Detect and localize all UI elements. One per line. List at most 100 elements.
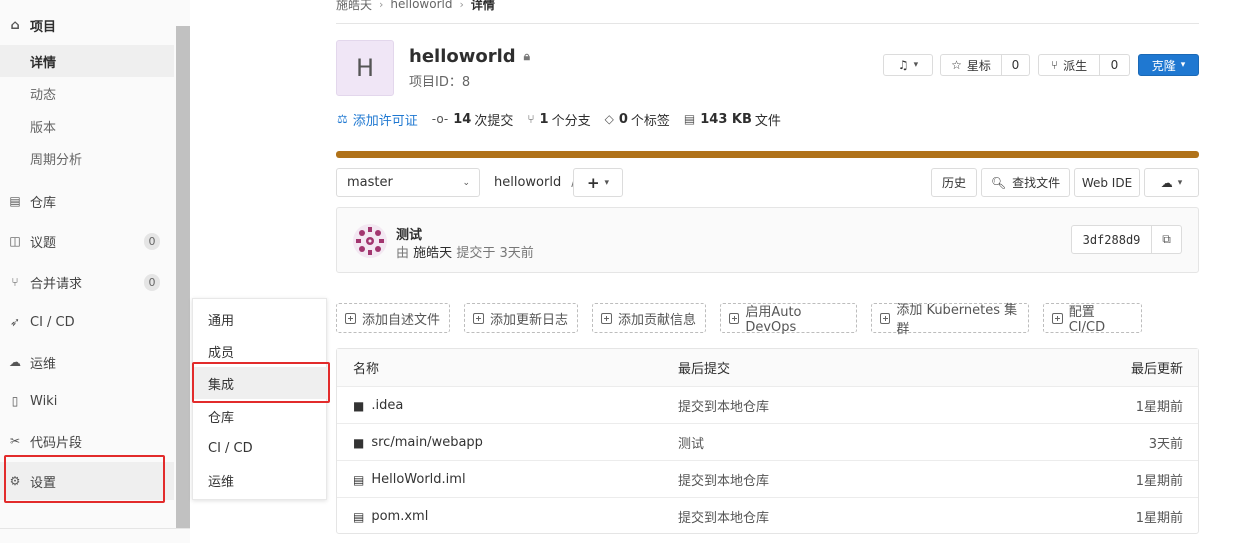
plus-square-icon	[601, 312, 612, 324]
fork-button[interactable]: ⑂ 派生	[1038, 54, 1100, 76]
copy-sha-button[interactable]: ⧉	[1152, 225, 1182, 254]
fork-count[interactable]: 0	[1100, 54, 1130, 76]
add-kubernetes-cluster-button[interactable]: 添加 Kubernetes 集群	[871, 303, 1029, 337]
file-last-commit-link[interactable]: 测试	[678, 424, 704, 461]
file-icon: ▤	[353, 472, 365, 487]
flyout-item-ci-cd[interactable]: CI / CD	[194, 432, 327, 464]
sidebar-subitem-details[interactable]: 详情	[0, 45, 174, 77]
chevron-down-icon: ▾	[913, 60, 919, 70]
commits-stat[interactable]: -o- 14 次提交	[432, 110, 514, 129]
sidebar-scrollbar[interactable]	[176, 26, 190, 529]
sidebar-item-ci-cd[interactable]: ➶ CI / CD	[0, 305, 174, 339]
notification-dropdown-button[interactable]: ♫ ▾	[883, 54, 933, 76]
project-name: helloworld	[409, 46, 516, 67]
sidebar-item-merge-requests[interactable]: ⑂ 合并请求 0	[0, 265, 174, 299]
find-file-button[interactable]: 🔍︎ 查找文件	[981, 168, 1070, 197]
file-last-commit-link[interactable]: 提交到本地仓库	[678, 498, 769, 535]
enable-auto-devops-button[interactable]: 启用Auto DevOps	[720, 303, 857, 335]
chevron-down-icon: ▾	[1177, 177, 1183, 188]
table-row[interactable]: ■ src/main/webapp 测试 3天前	[337, 423, 1198, 460]
add-contributing-label: 添加贡献信息	[618, 312, 697, 328]
sidebar-subitem-cycle-analytics[interactable]: 周期分析	[0, 142, 174, 174]
sidebar-subitem-releases[interactable]: 版本	[0, 110, 174, 142]
file-last-update: 3天前	[1148, 437, 1183, 452]
file-icon: ▤	[353, 509, 365, 524]
tags-stat[interactable]: ◇ 0 个标签	[605, 110, 670, 129]
breadcrumb-owner-link[interactable]: 施皓天	[336, 0, 372, 13]
commit-sha-link[interactable]: 3df288d9	[1071, 225, 1152, 254]
plus-square-icon	[880, 312, 891, 324]
sidebar-subitem-label: 动态	[30, 87, 57, 103]
sidebar-project-header[interactable]: ⌂ 项目	[0, 8, 176, 42]
sidebar-item-repository[interactable]: ▤ 仓库	[0, 184, 174, 218]
add-file-dropdown-button[interactable]: + ▾	[573, 168, 623, 197]
file-last-update: 1星期前	[1135, 474, 1183, 489]
files-size: 143 KB	[700, 111, 752, 127]
table-row[interactable]: ▤ HelloWorld.iml 提交到本地仓库 1星期前	[337, 460, 1198, 497]
web-ide-button[interactable]: Web IDE	[1074, 168, 1140, 197]
sidebar-item-label: 合并请求	[30, 276, 83, 292]
file-name-link[interactable]: src/main/webapp	[371, 435, 483, 450]
path-root-link[interactable]: helloworld	[494, 175, 561, 190]
commit-meta: 由 施皓天 提交于 3天前	[396, 242, 534, 261]
sidebar-item-snippets[interactable]: ✂ 代码片段	[0, 424, 174, 458]
sidebar-project-label: 项目	[30, 19, 57, 35]
author-avatar[interactable]	[353, 224, 387, 258]
file-last-commit-link[interactable]: 提交到本地仓库	[678, 461, 769, 498]
sidebar-item-operations[interactable]: ☁ 运维	[0, 345, 174, 379]
enable-auto-devops-label: 启用Auto DevOps	[745, 305, 802, 335]
download-dropdown-button[interactable]: ☁ ▾	[1144, 168, 1199, 197]
breadcrumb: 施皓天 › helloworld › 详情	[336, 0, 495, 12]
merge-request-icon: ⑂	[11, 275, 19, 289]
flyout-item-label: CI / CD	[208, 440, 253, 456]
cloud-gear-icon: ☁	[9, 355, 21, 369]
folder-icon: ■	[353, 435, 365, 450]
project-stats: ⚖ 添加许可证 -o- 14 次提交 ⑂ 1 个分支 ◇ 0 个标签 ▤ 143 KB 文件	[337, 110, 795, 129]
sidebar-subitem-label: 版本	[30, 120, 57, 136]
branch-select[interactable]: master ⌄	[336, 168, 480, 197]
file-name-link[interactable]: pom.xml	[371, 509, 428, 524]
flyout-item-operations[interactable]: 运维	[194, 464, 327, 496]
sidebar-subitem-label: 详情	[30, 55, 57, 71]
clone-dropdown-button[interactable]: 克隆 ▾	[1138, 54, 1199, 76]
column-header-last-commit: 最后提交	[678, 362, 731, 377]
tag-icon: ◇	[604, 112, 614, 126]
files-label: 文件	[754, 113, 781, 129]
sidebar-item-issues[interactable]: ◫ 议题 0	[0, 224, 174, 258]
add-readme-button[interactable]: 添加自述文件	[336, 303, 450, 333]
file-name-link[interactable]: HelloWorld.iml	[371, 472, 465, 487]
breadcrumb-current[interactable]: 详情	[471, 0, 495, 13]
chevron-down-icon: ▾	[604, 177, 610, 188]
file-name-link[interactable]: .idea	[371, 398, 403, 413]
add-changelog-button[interactable]: 添加更新日志	[464, 303, 578, 333]
chevron-right-icon: ›	[379, 0, 384, 11]
tags-count: 0	[618, 111, 628, 127]
sidebar-item-wiki[interactable]: ▯ Wiki	[0, 384, 174, 418]
sidebar-item-label: 仓库	[30, 195, 57, 211]
column-header-name: 名称	[353, 362, 380, 377]
add-license-link[interactable]: ⚖ 添加许可证	[337, 110, 418, 129]
sidebar-subitem-activity[interactable]: 动态	[0, 77, 174, 109]
files-stat[interactable]: ▤ 143 KB 文件	[684, 110, 781, 129]
star-icon: ☆	[951, 58, 962, 72]
history-button[interactable]: 历史	[931, 168, 977, 197]
star-button[interactable]: ☆ 星标	[940, 54, 1002, 76]
commit-time: 提交于 3天前	[456, 246, 534, 261]
table-row[interactable]: ■ .idea 提交到本地仓库 1星期前	[337, 386, 1198, 423]
project-id: 项目ID：8	[409, 75, 471, 90]
commit-author-link[interactable]: 施皓天	[413, 246, 452, 261]
add-contributing-button[interactable]: 添加贡献信息	[592, 303, 706, 333]
star-count[interactable]: 0	[1002, 54, 1030, 76]
branches-stat[interactable]: ⑂ 1 个分支	[527, 110, 590, 129]
issues-count-badge: 0	[144, 233, 160, 250]
flyout-item-repository[interactable]: 仓库	[194, 400, 327, 432]
file-last-update: 1星期前	[1135, 400, 1183, 415]
identicon-icon	[353, 224, 387, 258]
file-last-commit-link[interactable]: 提交到本地仓库	[678, 387, 769, 424]
breadcrumb-project-link[interactable]: helloworld	[390, 0, 452, 11]
flyout-item-general[interactable]: 通用	[194, 303, 327, 335]
table-row[interactable]: ▤ pom.xml 提交到本地仓库 1星期前	[337, 497, 1198, 534]
commit-title-link[interactable]: 测试	[396, 224, 422, 243]
configure-ci-cd-button[interactable]: 配置 CI/CD	[1043, 303, 1142, 335]
bell-icon: ♫	[897, 58, 909, 72]
